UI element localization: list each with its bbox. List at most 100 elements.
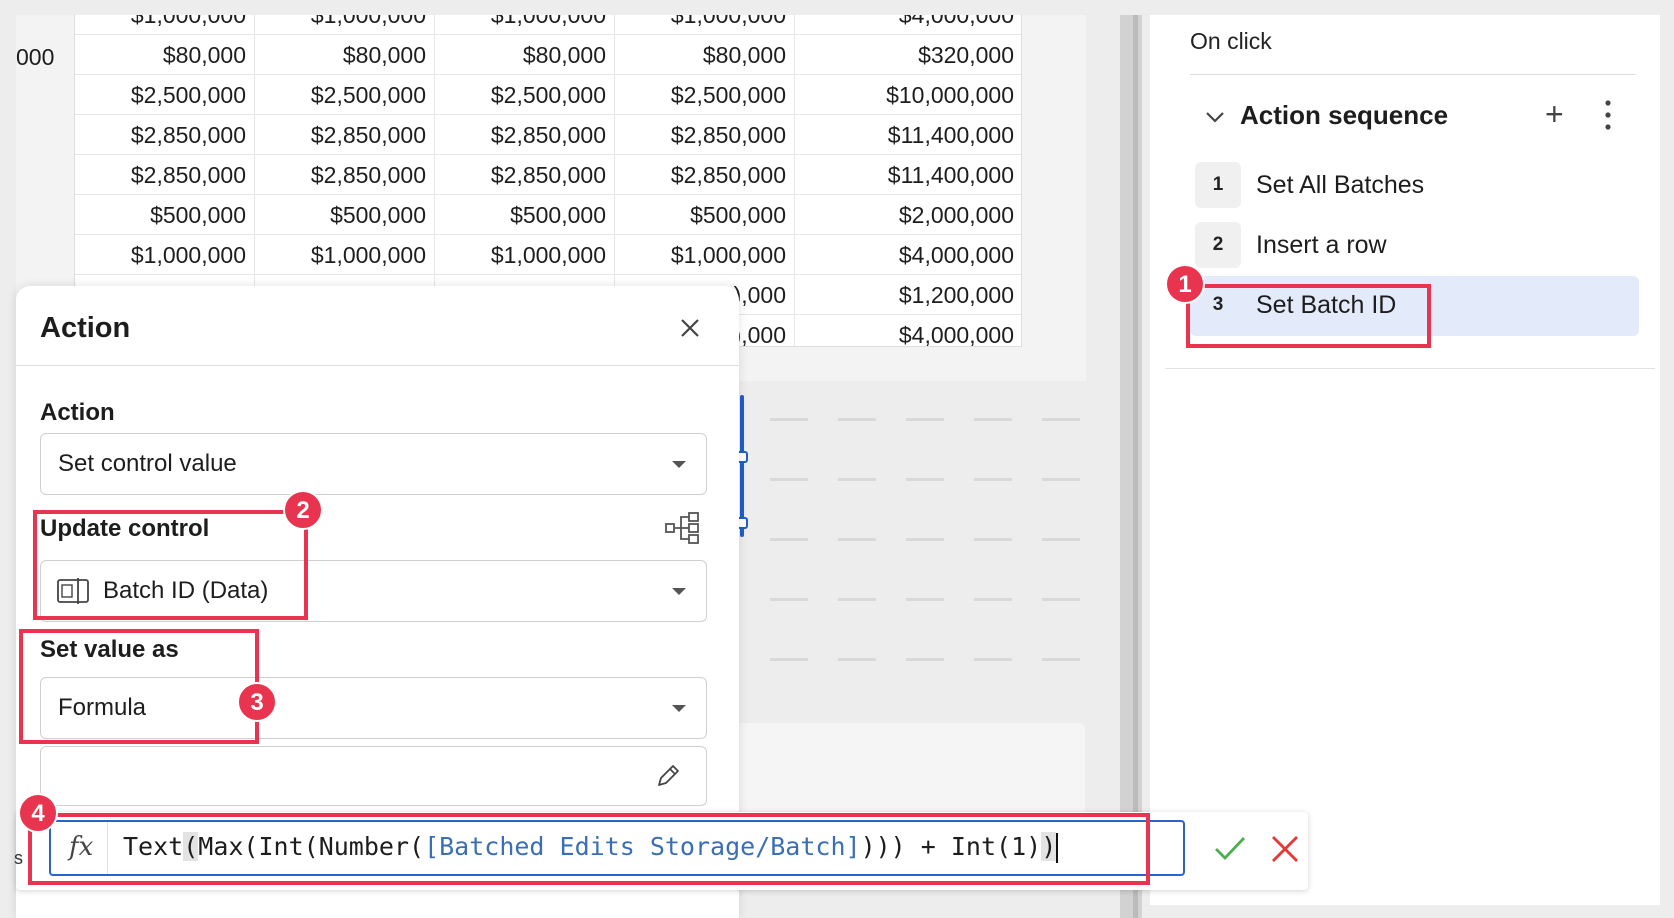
placeholder-dash	[1042, 658, 1080, 661]
table-cell[interactable]: $1,000,000	[75, 235, 255, 275]
table-cell[interactable]: $500,000	[615, 195, 795, 235]
table-cell[interactable]: $2,500,000	[615, 75, 795, 115]
canvas-card	[735, 723, 1085, 818]
formula-field[interactable]	[40, 746, 707, 806]
table-cell[interactable]: $11,400,000	[795, 115, 1021, 155]
table-cell[interactable]: $1,000,000	[615, 15, 795, 35]
table-cell[interactable]: $2,500,000	[255, 75, 435, 115]
sequence-item-label: Set All Batches	[1256, 171, 1425, 199]
more-vertical-icon[interactable]	[1603, 98, 1613, 132]
table-cell[interactable]: $80,000	[615, 35, 795, 75]
sequence-number: 1	[1195, 162, 1241, 208]
callout-box-4	[28, 813, 1150, 885]
placeholder-dash	[838, 418, 876, 421]
placeholder-dash	[974, 478, 1012, 481]
table-cell[interactable]: $2,000,000	[795, 195, 1021, 235]
sequence-item-label: Insert a row	[1256, 231, 1387, 259]
panel-divider[interactable]	[1120, 15, 1142, 918]
divider	[16, 365, 739, 366]
table-cell[interactable]: $2,850,000	[75, 115, 255, 155]
placeholder-dash	[838, 658, 876, 661]
placeholder-dash	[770, 658, 808, 661]
placeholder-dash	[838, 598, 876, 601]
placeholder-dash	[838, 538, 876, 541]
close-icon[interactable]	[676, 314, 704, 342]
panel-divider-grip[interactable]	[1133, 15, 1138, 918]
pencil-icon[interactable]	[655, 763, 681, 789]
placeholder-dash	[974, 598, 1012, 601]
dialog-title: Action	[40, 312, 131, 344]
placeholder-dash	[906, 538, 944, 541]
table-cell[interactable]: $1,200,000	[795, 275, 1021, 315]
caret-down-icon	[672, 461, 686, 468]
table-row: $80,000 $80,000 $80,000 $80,000 $320,000	[75, 35, 1021, 75]
placeholder-dash	[906, 418, 944, 421]
table-row: $2,850,000 $2,850,000 $2,850,000 $2,850,000…	[75, 155, 1021, 195]
table-cell[interactable]: $2,500,000	[435, 75, 615, 115]
table-cell[interactable]: $4,000,000	[795, 235, 1021, 275]
callout-badge-1: 1	[1165, 264, 1205, 304]
callout-box-2	[33, 510, 308, 620]
table-cell[interactable]: $500,000	[75, 195, 255, 235]
placeholder-dash	[906, 478, 944, 481]
table-cell[interactable]: $1,000,000	[615, 235, 795, 275]
x-icon[interactable]	[1270, 834, 1300, 864]
callout-box-3	[19, 629, 259, 744]
placeholder-dash	[974, 538, 1012, 541]
placeholder-dash	[906, 598, 944, 601]
callout-box-1	[1186, 284, 1431, 348]
table-cell[interactable]: $2,500,000	[75, 75, 255, 115]
add-action-button[interactable]: +	[1545, 96, 1564, 132]
checkmark-icon[interactable]	[1213, 834, 1247, 864]
callout-badge-4: 4	[18, 793, 58, 833]
table-cell[interactable]: $2,850,000	[255, 155, 435, 195]
action-sequence-header[interactable]: Action sequence +	[1190, 96, 1635, 136]
table-cell[interactable]: $2,850,000	[435, 155, 615, 195]
table-cell[interactable]: $80,000	[435, 35, 615, 75]
table-cell[interactable]: $4,000,000	[795, 315, 1021, 346]
placeholder-dash	[1042, 478, 1080, 481]
placeholder-dash	[974, 658, 1012, 661]
placeholder-dash	[974, 418, 1012, 421]
table-cell[interactable]: $2,850,000	[255, 115, 435, 155]
table-cell[interactable]: $1,000,000	[255, 15, 435, 35]
callout-badge-2: 2	[283, 490, 323, 530]
table-cell[interactable]: $1,000,000	[255, 235, 435, 275]
hierarchy-icon[interactable]	[665, 510, 701, 546]
table-cell[interactable]: $80,000	[255, 35, 435, 75]
placeholder-dash	[770, 538, 808, 541]
table-cell[interactable]: $500,000	[255, 195, 435, 235]
table-cell[interactable]: $80,000	[75, 35, 255, 75]
placeholder-dash	[1042, 418, 1080, 421]
table-cell[interactable]: $320,000	[795, 35, 1021, 75]
sequence-item-insert-a-row[interactable]: 2 Insert a row	[1190, 216, 1639, 276]
action-type-select[interactable]: Set control value	[40, 433, 707, 495]
table-cell[interactable]: $4,000,000	[795, 15, 1021, 35]
placeholder-dash	[906, 658, 944, 661]
table-cell[interactable]: $2,850,000	[615, 155, 795, 195]
caret-down-icon	[672, 588, 686, 595]
table-cell[interactable]: $2,850,000	[435, 115, 615, 155]
table-cell[interactable]: $1,000,000	[435, 235, 615, 275]
table-cell[interactable]: $2,850,000	[75, 155, 255, 195]
table-cell[interactable]: $2,850,000	[615, 115, 795, 155]
select-value: Set control value	[58, 450, 237, 477]
table-row: $2,850,000 $2,850,000 $2,850,000 $2,850,000…	[75, 115, 1021, 155]
table-cell[interactable]: $11,400,000	[795, 155, 1021, 195]
sequence-item-set-all-batches[interactable]: 1 Set All Batches	[1190, 156, 1639, 216]
placeholder-dash	[770, 598, 808, 601]
table-cell[interactable]: $1,000,000	[75, 15, 255, 35]
placeholder-dash	[1042, 598, 1080, 601]
selection-edge[interactable]	[740, 395, 744, 537]
table-cell[interactable]: $10,000,000	[795, 75, 1021, 115]
chevron-down-icon[interactable]	[1202, 104, 1228, 130]
action-panel	[1150, 15, 1660, 905]
table-cell[interactable]: $1,000,000	[435, 15, 615, 35]
placeholder-dash	[1042, 538, 1080, 541]
action-type-label: Action	[40, 399, 115, 426]
sequence-number: 2	[1195, 222, 1241, 268]
caret-down-icon	[672, 705, 686, 712]
action-sequence-title: Action sequence	[1240, 100, 1449, 130]
row-label: 000	[16, 44, 55, 70]
table-cell[interactable]: $500,000	[435, 195, 615, 235]
